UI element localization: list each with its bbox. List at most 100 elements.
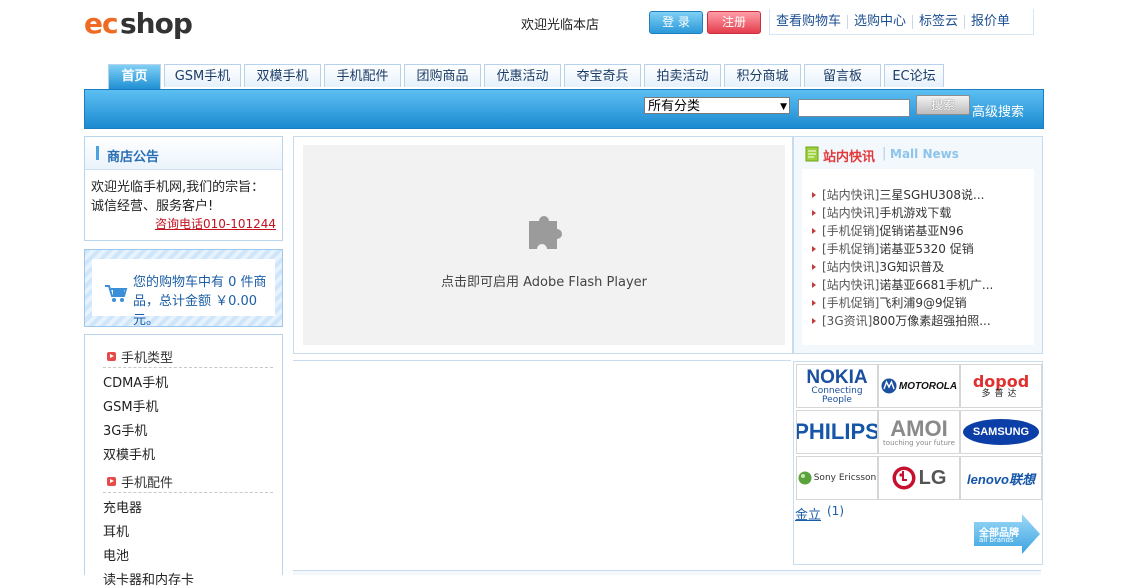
amoi-tagline: touching your future	[883, 438, 955, 447]
flash-placeholder[interactable]: 点击即可启用 Adobe Flash Player	[303, 145, 785, 345]
flash-label: 点击即可启用 Adobe Flash Player	[440, 275, 648, 290]
notice-text: 欢迎光临手机网,我们的宗旨：诚信经营、服务客户!	[91, 180, 265, 214]
tab-group-buy[interactable]: 团购商品	[404, 64, 481, 87]
brand-list: NOKIA Connecting People MOTOROLA dopod 多…	[793, 361, 1043, 565]
brand-logo-samsung[interactable]: SAMSUNG	[960, 410, 1042, 454]
tab-gsm[interactable]: GSM手机	[164, 64, 241, 87]
tab-snatch[interactable]: 夺宝奇兵	[564, 64, 641, 87]
tab-promotions[interactable]: 优惠活动	[484, 64, 561, 87]
brand-link-jinli[interactable]: 金立	[795, 504, 821, 523]
motorola-emblem-icon	[881, 378, 897, 394]
cart-summary: 您的购物车中有 0 件商品，总计金额 ￥0.00元。	[84, 249, 283, 328]
view-cart-link[interactable]: 查看购物车	[770, 14, 849, 29]
all-brands-button[interactable]: 全部品牌 all brands	[974, 514, 1040, 557]
news-title: 飞利浦9@9促销	[879, 296, 967, 310]
news-category: [3G资讯]	[822, 314, 873, 328]
brand-logo-lg[interactable]: LG	[878, 456, 960, 500]
search-button[interactable]: 搜索	[916, 95, 970, 115]
news-category: [站内快讯]	[822, 188, 880, 202]
brand-logo-philips[interactable]: PHILIPS	[796, 410, 878, 454]
brand-logo-dopod[interactable]: dopod 多普达	[960, 364, 1042, 408]
login-button[interactable]: 登 录	[649, 11, 703, 34]
tab-guestbook[interactable]: 留言板	[804, 64, 881, 87]
svg-text:ec: ec	[84, 7, 118, 40]
tab-accessories[interactable]: 手机配件	[324, 64, 401, 87]
news-title-cn: 站内快讯	[823, 150, 876, 165]
cart-panel: 您的购物车中有 0 件商品，总计金额 ￥0.00元。	[92, 259, 275, 328]
category-tree: 手机类型 CDMA手机 GSM手机 3G手机 双模手机 手机配件 充电器 耳机 …	[84, 334, 283, 588]
category-item[interactable]: 充电器	[103, 497, 142, 516]
divider	[103, 367, 273, 368]
site-logo[interactable]: ec shop ecshop	[84, 6, 208, 42]
brand-name: LG	[918, 466, 947, 489]
content-bottom-border	[293, 570, 1041, 575]
brand-name: MOTOROLA	[898, 380, 958, 392]
brand-logo-nokia[interactable]: NOKIA Connecting People	[796, 364, 878, 408]
news-title: 三星SGHU308说...	[879, 188, 985, 202]
category-item[interactable]: 电池	[103, 545, 129, 564]
play-icon	[107, 352, 116, 361]
news-item[interactable]: [站内快讯]三星SGHU308说...	[812, 186, 993, 204]
all-brands-label-en: all brands	[979, 536, 1014, 544]
news-title: 诺基亚6681手机广...	[879, 278, 994, 292]
hotline-link[interactable]: 咨询电话010-101244	[155, 215, 276, 232]
news-title: 手机游戏下载	[879, 206, 952, 220]
store-notice: 商店公告 欢迎光临手机网,我们的宗旨：诚信经营、服务客户! 咨询电话010-10…	[84, 136, 283, 241]
category-item[interactable]: CDMA手机	[103, 372, 168, 391]
news-item[interactable]: [站内快讯]手机游戏下载	[812, 204, 993, 222]
tab-home[interactable]: 首页	[108, 64, 161, 89]
flash-banner: 点击即可启用 Adobe Flash Player	[293, 136, 793, 354]
news-title-en: Mall News	[890, 147, 959, 161]
shopping-center-link[interactable]: 选购中心	[848, 14, 914, 29]
play-icon	[107, 477, 116, 486]
brand-name: PHILIPS	[796, 419, 878, 444]
category-heading[interactable]: 手机类型	[107, 347, 173, 366]
news-title: 诺基亚5320 促销	[879, 242, 974, 256]
category-heading[interactable]: 手机配件	[107, 472, 173, 491]
news-title: 800万像素超强拍照...	[872, 314, 991, 328]
news-category: [站内快讯]	[822, 206, 880, 220]
category-item[interactable]: 耳机	[103, 521, 129, 540]
brand-logo-motorola[interactable]: MOTOROLA	[878, 364, 960, 408]
brand-logo-sony-ericsson[interactable]: Sony Ericsson	[796, 456, 878, 500]
news-item[interactable]: [手机促销]促销诺基亚N96	[812, 222, 993, 240]
notice-title-bar	[96, 146, 99, 160]
tag-cloud-link[interactable]: 标签云	[913, 14, 966, 29]
news-item[interactable]: [手机促销]诺基亚5320 促销	[812, 240, 993, 258]
category-item[interactable]: GSM手机	[103, 396, 159, 415]
news-category: [手机促销]	[822, 224, 880, 238]
brand-name: NOKIA	[806, 366, 868, 388]
brand-logo-lenovo[interactable]: lenovo联想	[960, 456, 1042, 500]
dopod-wordmark: dopod	[972, 371, 1030, 391]
welcome-text: 欢迎光临本店	[521, 18, 600, 33]
advanced-search-link[interactable]: 高级搜索	[972, 101, 1024, 120]
category-select[interactable]: 所有分类 ▼	[644, 97, 790, 114]
category-item[interactable]: 双模手机	[103, 444, 155, 463]
news-item[interactable]: [3G资讯]800万像素超强拍照...	[812, 312, 993, 330]
tab-forum[interactable]: EC论坛	[884, 64, 944, 87]
tab-points-mall[interactable]: 积分商城	[724, 64, 801, 87]
brand-name: Sony Ericsson	[813, 473, 877, 483]
tab-auction[interactable]: 拍卖活动	[644, 64, 721, 87]
notice-title: 商店公告	[107, 150, 160, 165]
news-category: [站内快讯]	[822, 260, 880, 274]
category-select-value: 所有分类	[648, 99, 701, 114]
category-item[interactable]: 读卡器和内存卡	[103, 569, 194, 588]
brand-logo-amoi[interactable]: AMOI touching your future	[878, 410, 960, 454]
category-item[interactable]: 3G手机	[103, 420, 147, 439]
news-item[interactable]: [手机促销]飞利浦9@9促销	[812, 294, 993, 312]
cart-text: 您的购物车中有 0 件商品，总计金额 ￥0.00元。	[133, 275, 267, 328]
brand-count: (1)	[827, 504, 844, 518]
divider	[103, 492, 273, 493]
quote-link[interactable]: 报价单	[965, 14, 1016, 29]
register-button[interactable]: 注册	[707, 11, 761, 34]
search-input[interactable]	[798, 99, 910, 117]
top-links: 查看购物车 选购中心 标签云 报价单	[769, 9, 1034, 35]
news-item[interactable]: [站内快讯]诺基亚6681手机广...	[812, 276, 993, 294]
news-category: [站内快讯]	[822, 278, 880, 292]
news-item[interactable]: [站内快讯]3G知识普及	[812, 258, 993, 276]
main-nav: 首页 GSM手机 双模手机 手机配件 团购商品 优惠活动 夺宝奇兵 拍卖活动 积…	[108, 64, 947, 89]
sony-ericsson-sphere-icon	[798, 471, 812, 485]
news-title: 3G知识普及	[879, 260, 945, 274]
tab-dual-mode[interactable]: 双模手机	[244, 64, 321, 87]
